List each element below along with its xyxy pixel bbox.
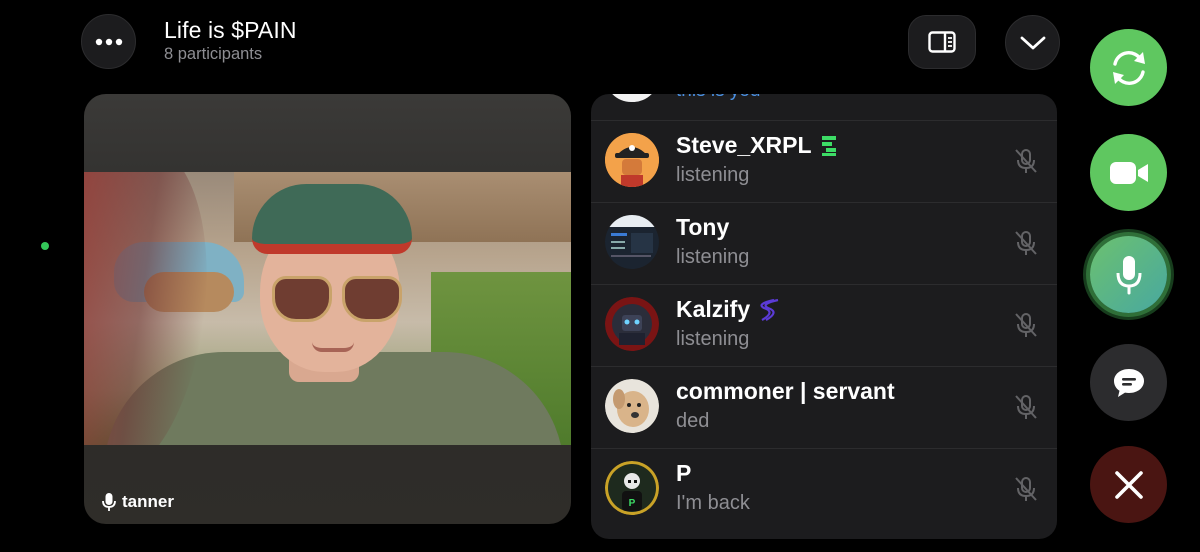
video-feed	[84, 172, 571, 445]
chat-button[interactable]	[1090, 344, 1167, 421]
self-label: this is you	[676, 94, 760, 102]
avatar: P	[605, 461, 659, 515]
participant-name: Tony	[676, 214, 730, 240]
participant-row[interactable]: Kalzify listening	[591, 284, 1057, 366]
video-speaker-label: tanner	[102, 492, 174, 512]
participant-status: listening	[676, 246, 750, 268]
participant-status: I'm back	[676, 492, 750, 514]
muted-mic-icon	[1015, 231, 1037, 255]
leave-call-button[interactable]	[1090, 446, 1167, 523]
participant-count: 8 participants	[164, 45, 263, 63]
avatar	[605, 379, 659, 433]
microphone-icon	[102, 493, 116, 511]
purple-dna-badge-icon	[760, 298, 779, 321]
close-icon	[1114, 470, 1143, 499]
active-indicator	[41, 242, 49, 250]
participant-name: commoner | servant	[676, 378, 895, 404]
video-toggle-button[interactable]	[1090, 134, 1167, 211]
avatar	[605, 297, 659, 351]
more-options-button[interactable]	[81, 14, 136, 69]
call-title: Life is $PAIN	[164, 17, 297, 43]
microphone-icon	[1116, 255, 1141, 294]
participant-row[interactable]: commoner | servant ded	[591, 366, 1057, 448]
ellipsis-icon	[95, 38, 122, 45]
participant-name: P	[676, 460, 692, 486]
video-camera-icon	[1109, 161, 1148, 184]
participant-status: listening	[676, 164, 750, 186]
camera-flip-icon	[1112, 50, 1145, 85]
green-emoji-badge-icon	[821, 135, 836, 156]
speaker-name: tanner	[122, 492, 174, 511]
self-row[interactable]: this is you	[591, 94, 1057, 120]
video-tile[interactable]	[84, 94, 571, 524]
svg-text:P: P	[629, 498, 636, 509]
muted-mic-icon	[1015, 477, 1037, 501]
chevron-down-icon	[1020, 36, 1045, 49]
muted-mic-icon	[1015, 395, 1037, 419]
layout-toggle-button[interactable]	[908, 15, 976, 69]
chat-bubble-icon	[1113, 368, 1144, 397]
participant-row[interactable]: P P I'm back	[591, 448, 1057, 530]
muted-mic-icon	[1015, 149, 1037, 173]
sidebar-layout-icon	[928, 31, 956, 53]
participant-name: Steve_XRPL	[676, 132, 838, 159]
muted-mic-icon	[1015, 313, 1037, 337]
avatar	[605, 94, 659, 102]
flip-camera-button[interactable]	[1090, 29, 1167, 106]
participant-row[interactable]: Steve_XRPL listening	[591, 120, 1057, 202]
participant-name: Kalzify	[676, 296, 780, 323]
avatar	[605, 133, 659, 187]
microphone-toggle-button[interactable]	[1090, 236, 1167, 313]
avatar	[605, 215, 659, 269]
participant-status: listening	[676, 328, 750, 350]
participants-list[interactable]: this is you Steve_XRPL listening	[591, 94, 1057, 539]
participant-row[interactable]: Tony listening	[591, 202, 1057, 284]
minimize-button[interactable]	[1005, 15, 1060, 70]
participant-status: ded	[676, 410, 710, 432]
